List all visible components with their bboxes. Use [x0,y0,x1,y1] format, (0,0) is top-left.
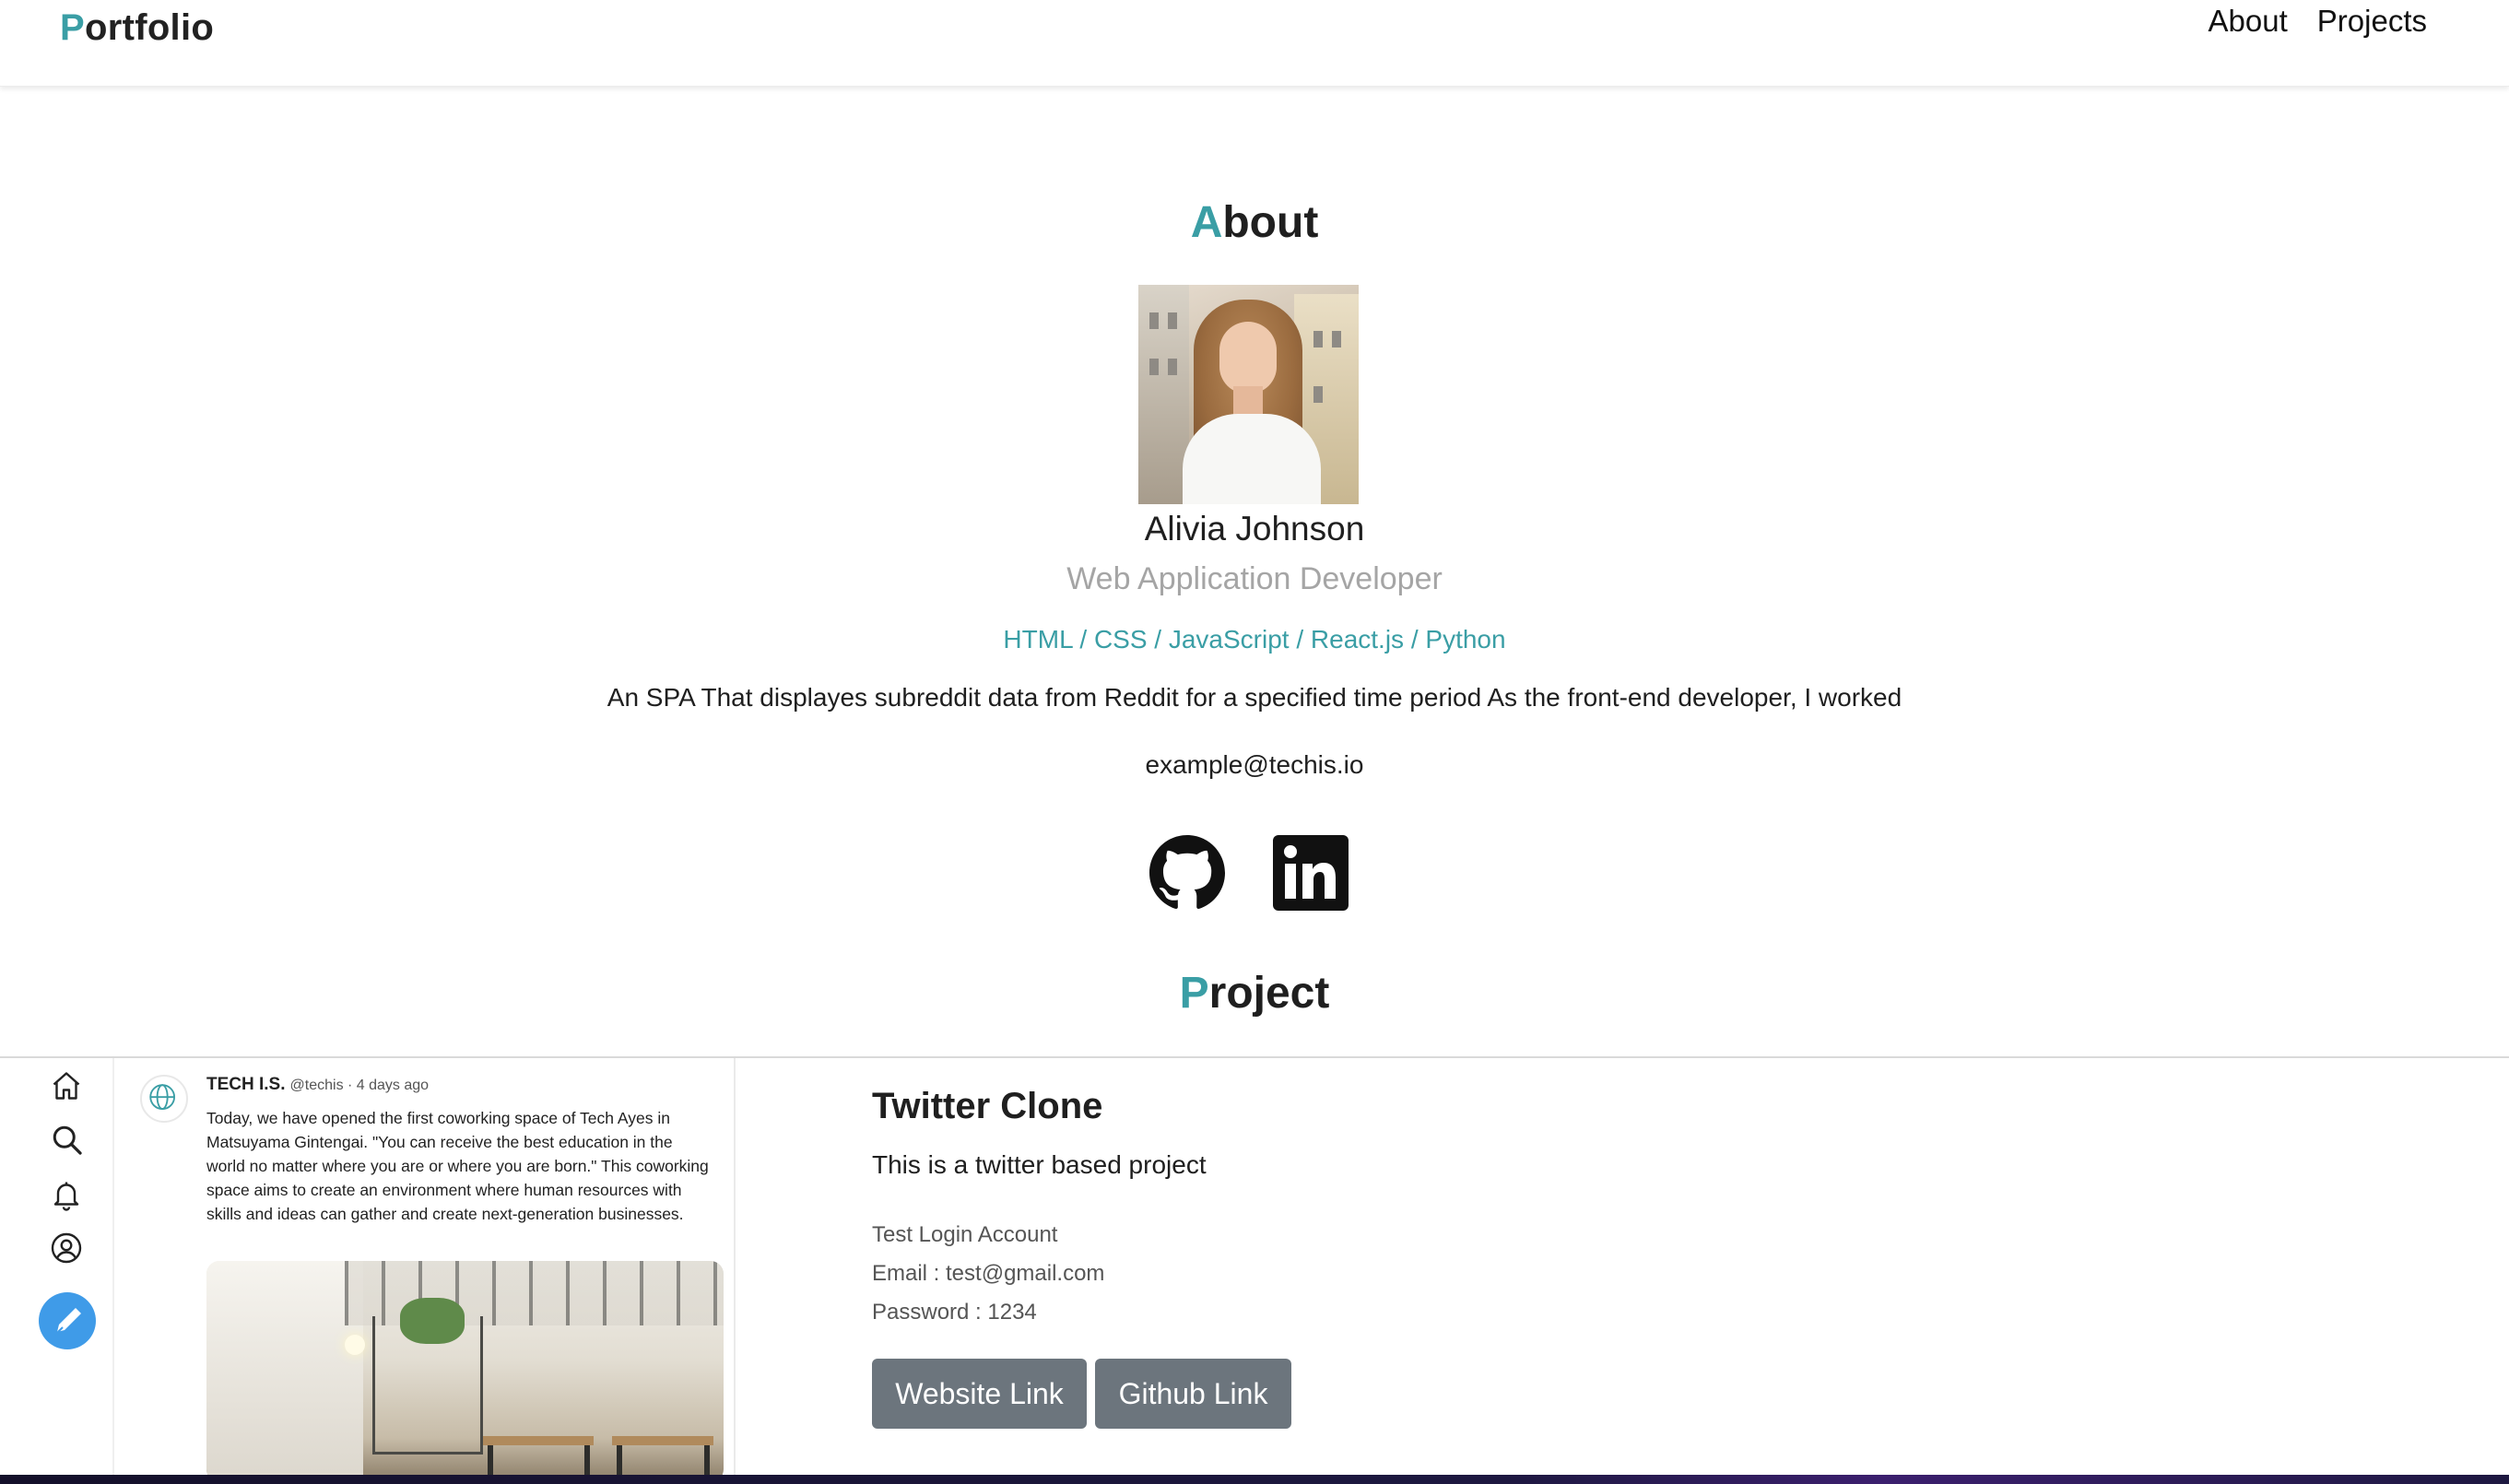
site-header: Portfolio About Projects [0,0,2509,87]
project-detail-email: Email : test@gmail.com [872,1261,1105,1286]
github-link-button[interactable]: Github Link [1095,1359,1291,1429]
github-icon[interactable] [1149,835,1225,911]
preview-sidebar [0,1058,114,1475]
website-link-button[interactable]: Website Link [872,1359,1087,1429]
tweet-image [206,1261,724,1475]
project-heading-rest: roject [1208,969,1330,1018]
project-detail-password: Password : 1234 [872,1300,1037,1325]
brand-initial: P [60,7,85,48]
brand-rest: ortfolio [84,7,215,48]
project-title: Twitter Clone [872,1086,1103,1126]
profile-email[interactable]: example@techis.io [0,750,2509,780]
profile-skills: HTML / CSS / JavaScript / React.js / Pyt… [1003,625,1506,654]
project-subtitle: This is a twitter based project [872,1150,1207,1179]
about-heading-rest: bout [1222,198,1319,247]
brand-logo[interactable]: Portfolio [60,7,214,49]
nav-projects-link[interactable]: Projects [2317,4,2427,39]
tweet-header: TECH I.S. @techis · 4 days ago [206,1075,429,1095]
project-detail-login: Test Login Account [872,1222,1058,1247]
search-icon [53,1125,82,1155]
bell-icon [53,1182,79,1211]
tweet-author: TECH I.S. [206,1075,286,1094]
main-nav: About Projects [2209,4,2427,39]
about-heading: About [0,197,2509,248]
globe-icon [140,1075,188,1123]
profile-description: An SPA That displayes subreddit data fro… [607,683,1902,712]
profile-name: Alivia Johnson [1144,510,1365,548]
about-heading-initial: A [1190,198,1223,247]
tweet-text: Today, we have opened the first coworkin… [206,1109,709,1223]
profile-icon [51,1232,82,1264]
tweet-meta: @techis · 4 days ago [289,1078,430,1093]
project-heading-initial: P [1179,969,1209,1018]
linkedin-icon[interactable] [1273,835,1349,911]
profile-photo [1138,285,1359,504]
window-bottom-edge [0,1475,2509,1484]
home-icon [53,1072,80,1100]
profile-role: Web Application Developer [1066,561,1443,596]
compose-icon [39,1292,96,1349]
project-heading: Project [0,968,2509,1019]
project-preview-image: TECH I.S. @techis · 4 days ago Today, we… [0,1058,736,1475]
nav-about-link[interactable]: About [2209,4,2288,39]
